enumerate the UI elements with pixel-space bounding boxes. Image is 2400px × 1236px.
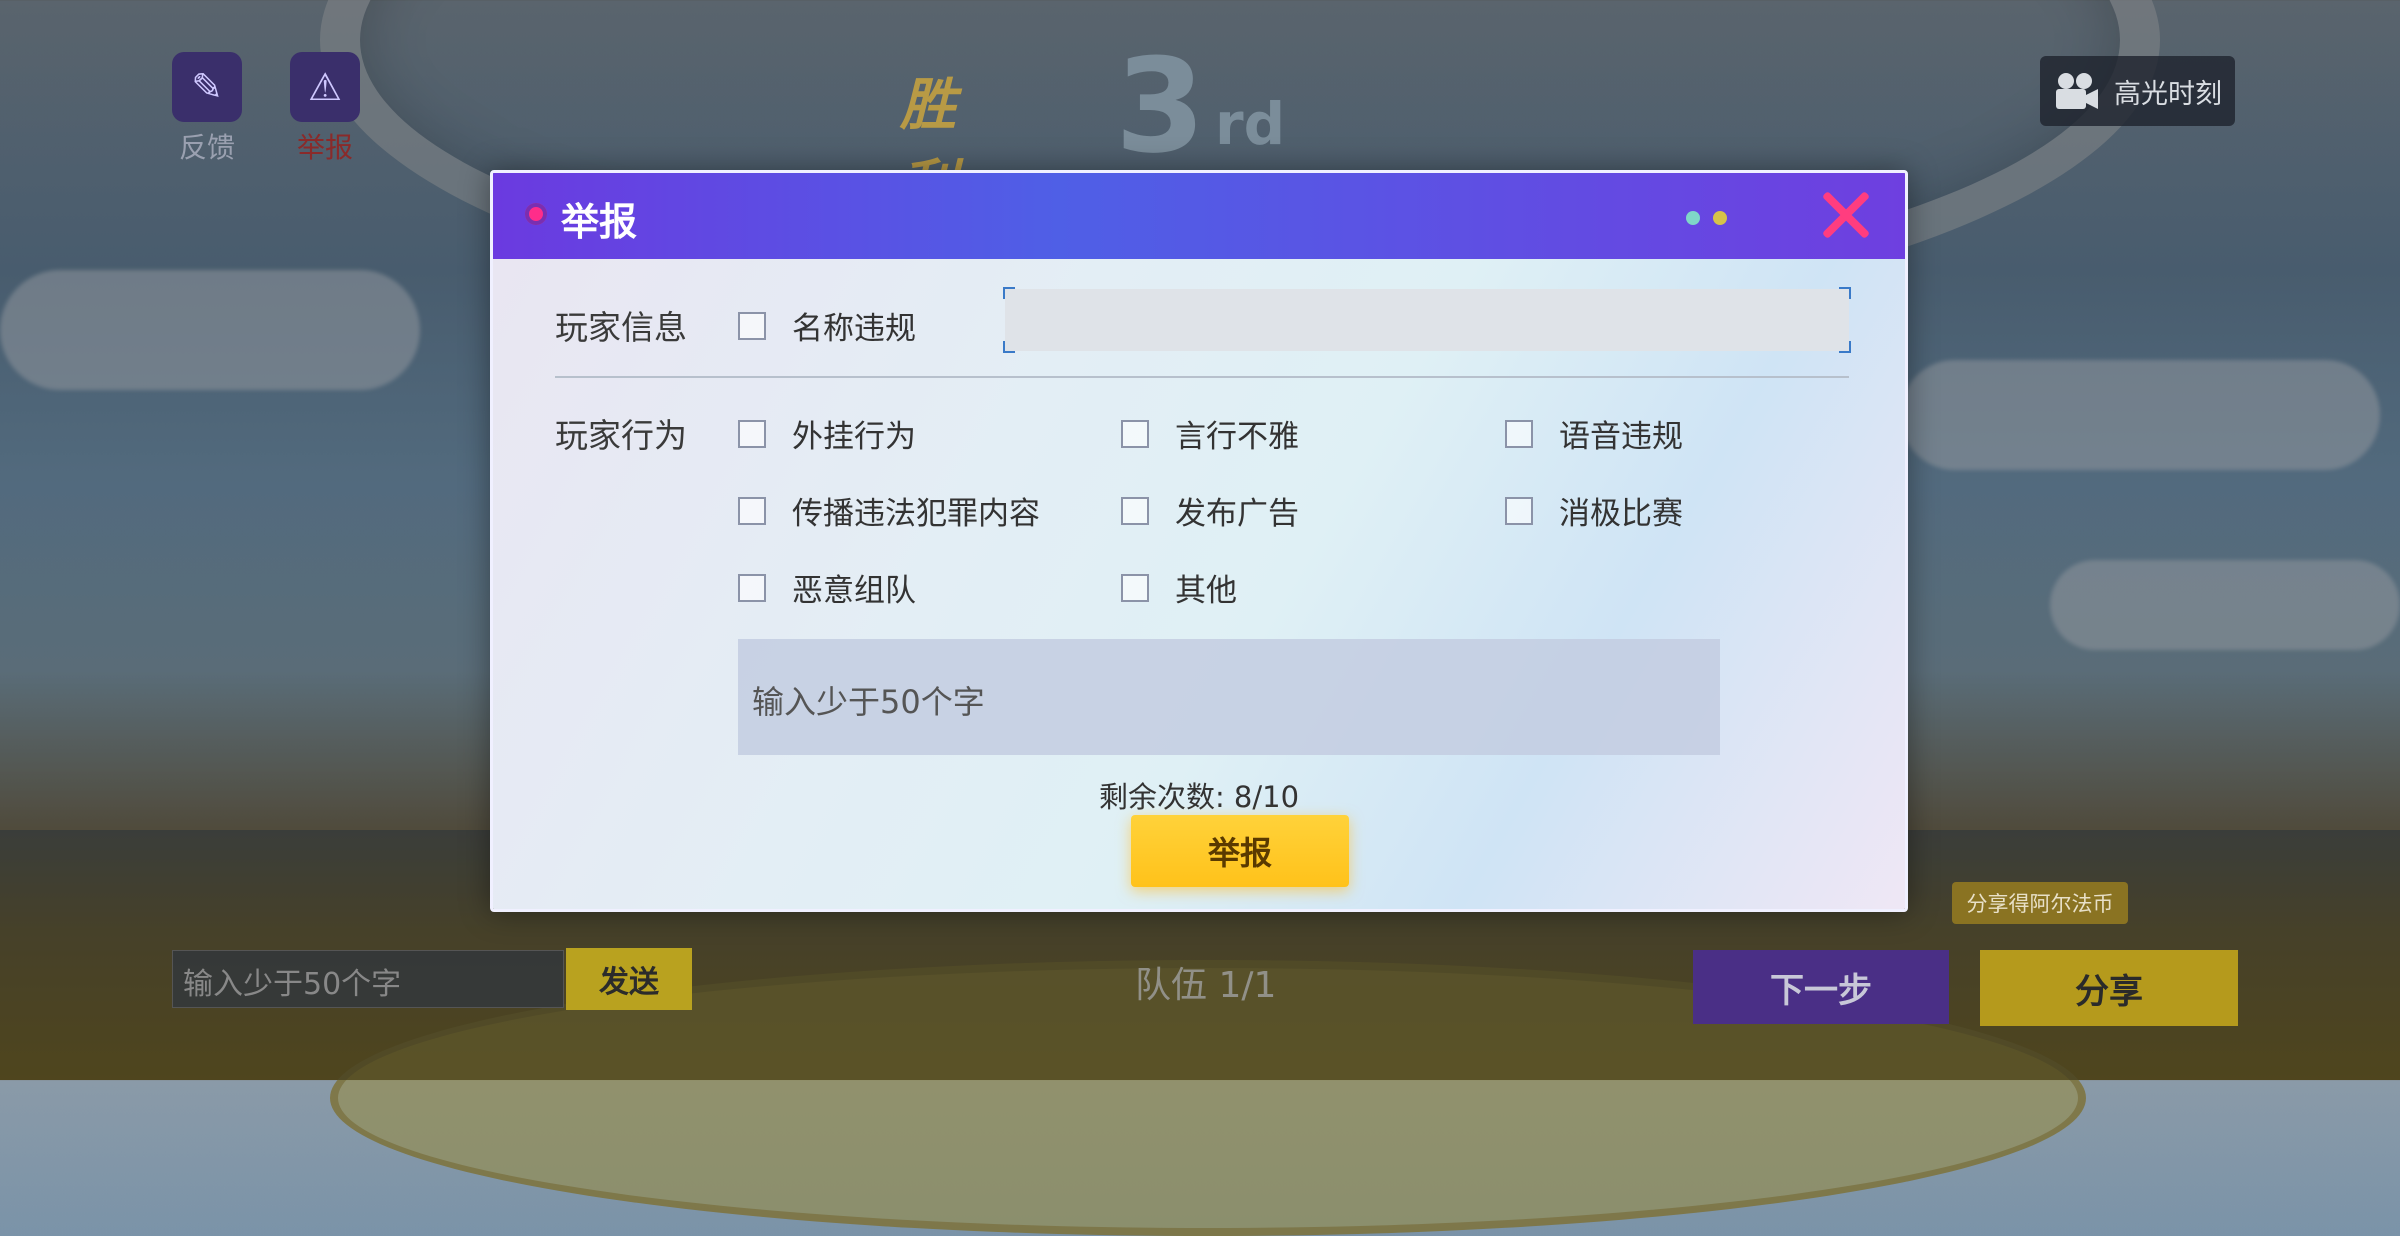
share-button[interactable]: 分享: [1980, 950, 2238, 1026]
eye-icon: [525, 203, 547, 225]
checkbox-label: 语音违规: [1559, 419, 1683, 455]
checkbox-box: [738, 573, 766, 602]
player-name-field[interactable]: [1003, 287, 1851, 353]
section-divider: [555, 376, 1849, 378]
checkbox-box: [738, 496, 766, 525]
share-reward-tip: 分享得阿尔法币: [1952, 882, 2128, 924]
checkbox-box: [1121, 419, 1149, 448]
edit-icon: ✎: [172, 52, 242, 122]
checkbox-label: 外挂行为: [792, 419, 916, 455]
send-button[interactable]: 发送: [566, 948, 692, 1010]
warning-icon: ⚠: [290, 52, 360, 122]
checkbox-box: [1121, 573, 1149, 602]
dialog-body: 玩家信息 名称违规 玩家行为 外挂行为 言行不雅 语音违规 传播违法犯罪内容 发…: [493, 259, 1905, 909]
checkbox-other[interactable]: 其他: [1121, 565, 1237, 610]
report-top-label: 举报: [296, 131, 353, 164]
feedback-label: 反馈: [178, 131, 235, 164]
player-info-label: 玩家信息: [555, 308, 687, 347]
feedback-button[interactable]: ✎ 反馈: [162, 52, 252, 166]
report-top-button[interactable]: ⚠ 举报: [280, 52, 370, 166]
checkbox-name-violation[interactable]: 名称违规: [738, 303, 916, 348]
dialog-title: 举报: [561, 200, 638, 244]
checkbox-label: 言行不雅: [1175, 419, 1299, 455]
checkbox-label: 传播违法犯罪内容: [792, 496, 1040, 532]
description-input[interactable]: 输入少于50个字: [738, 639, 1720, 755]
checkbox-box: [738, 311, 766, 340]
dialog-header: 举报: [493, 173, 1905, 259]
remaining-count: 剩余次数: 8/10: [1098, 780, 1300, 814]
checkbox-cheating[interactable]: 外挂行为: [738, 411, 916, 456]
indicator-dot: [1713, 211, 1727, 225]
checkbox-illegal-content[interactable]: 传播违法犯罪内容: [738, 488, 1040, 533]
checkbox-advertising[interactable]: 发布广告: [1121, 488, 1299, 533]
close-icon[interactable]: [1818, 187, 1874, 243]
checkbox-label: 发布广告: [1175, 496, 1299, 532]
player-behavior-label: 玩家行为: [555, 416, 687, 455]
checkbox-inappropriate-speech[interactable]: 言行不雅: [1121, 411, 1299, 456]
report-dialog: 举报 玩家信息 名称违规 玩家行为 外挂行为 言行不雅 语音违规 传播违法犯罪内…: [490, 170, 1908, 912]
corner-mark: [1003, 341, 1015, 353]
checkbox-box: [1121, 496, 1149, 525]
next-step-button[interactable]: 下一步: [1693, 950, 1949, 1024]
checkbox-malicious-teaming[interactable]: 恶意组队: [738, 565, 916, 610]
corner-mark: [1839, 341, 1851, 353]
checkbox-box: [1505, 496, 1533, 525]
indicator-dot: [1686, 211, 1700, 225]
checkbox-label: 消极比赛: [1559, 496, 1683, 532]
checkbox-box: [1505, 419, 1533, 448]
team-count: 队伍 1/1: [1135, 965, 1277, 1006]
checkbox-voice-violation[interactable]: 语音违规: [1505, 411, 1683, 456]
rank-suffix: rd: [1215, 90, 1286, 158]
checkbox-label: 其他: [1175, 573, 1237, 609]
checkbox-label: 恶意组队: [792, 573, 916, 609]
checkbox-label: 名称违规: [792, 311, 916, 347]
video-camera-icon: [2056, 73, 2098, 109]
chat-input[interactable]: 输入少于50个字: [172, 950, 564, 1008]
checkbox-box: [738, 419, 766, 448]
corner-mark: [1003, 287, 1015, 299]
highlight-label: 高光时刻: [2114, 78, 2222, 110]
highlight-moment-button[interactable]: 高光时刻: [2040, 56, 2235, 126]
checkbox-passive-play[interactable]: 消极比赛: [1505, 488, 1683, 533]
corner-mark: [1839, 287, 1851, 299]
rank-number: 3: [1115, 30, 1206, 182]
submit-report-button[interactable]: 举报: [1131, 815, 1349, 887]
